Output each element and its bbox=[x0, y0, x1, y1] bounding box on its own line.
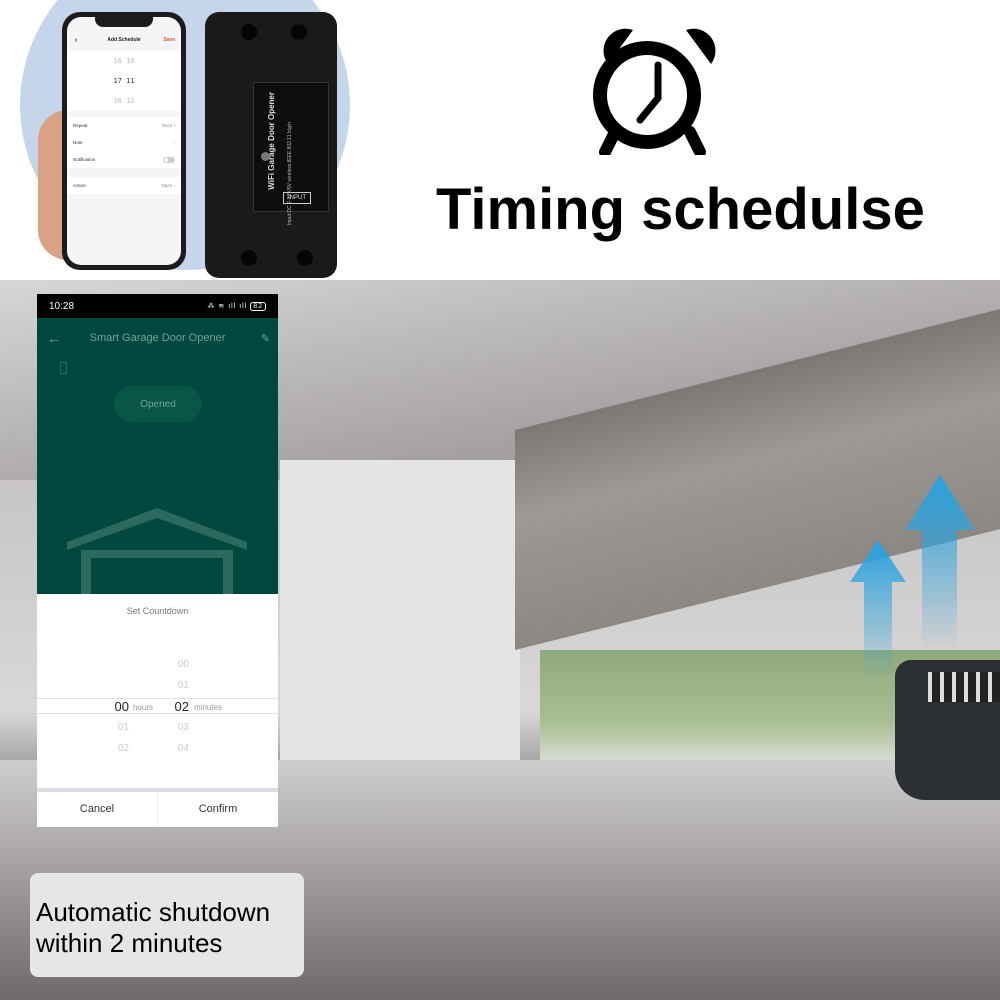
caption-box: Automatic shutdown within 2 minutes bbox=[30, 873, 304, 977]
app-screen: 10:28 ⁂ ≋ ıll ıll 82 ← Smart Garage Door… bbox=[37, 294, 278, 827]
time-row-selected: 17 11 bbox=[113, 77, 135, 85]
signal-wifi-icons: ⁂ ≋ ıll ıll bbox=[207, 303, 248, 310]
time-row: 18 12 bbox=[113, 97, 135, 105]
app-title: Smart Garage Door Opener bbox=[89, 332, 226, 344]
repeat-value: Once › bbox=[161, 123, 175, 128]
note-label: Note bbox=[73, 140, 83, 145]
cancel-button[interactable]: Cancel bbox=[37, 792, 158, 827]
screw-hole bbox=[297, 250, 313, 266]
screw-hole bbox=[241, 250, 257, 266]
device-label: WiFi Garage Door Opener bbox=[267, 92, 276, 190]
minutes-unit: minutes bbox=[194, 703, 223, 712]
hour-option bbox=[69, 675, 129, 696]
schedule-title: Add Schedule bbox=[107, 37, 141, 43]
minutes-column[interactable]: 00 01 02 03 04 bbox=[129, 654, 189, 759]
battery-icon: 82 bbox=[250, 302, 266, 311]
wifi-garage-opener-device: WiFi Garage Door Opener Input:DC 7-32V/5… bbox=[205, 12, 337, 278]
up-arrow-icon bbox=[850, 540, 906, 680]
app-header: ← Smart Garage Door Opener ✎ bbox=[37, 328, 278, 348]
hour-option: 02 bbox=[117, 743, 129, 754]
note-value: › bbox=[173, 140, 176, 145]
device-spec: Input:DC 7-32V/5V wireless:IEEE 802.11 b… bbox=[287, 122, 293, 226]
alarm-clock-icon bbox=[593, 28, 716, 155]
led-indicator bbox=[261, 152, 270, 161]
schedule-header: ‹ Add Schedule Save bbox=[67, 33, 181, 47]
car-grille bbox=[928, 672, 1000, 702]
minute-option: 00 bbox=[177, 659, 189, 670]
action-row[interactable]: Action Open › bbox=[67, 177, 181, 194]
up-arrow-icon bbox=[905, 475, 975, 650]
action-value: Open › bbox=[161, 183, 175, 188]
minute-option: 01 bbox=[177, 680, 189, 691]
minute-option: 03 bbox=[177, 722, 189, 733]
minute-selected: 02 bbox=[174, 699, 189, 714]
door-state-badge[interactable]: Opened bbox=[114, 386, 202, 422]
status-time: 10:28 bbox=[49, 300, 75, 312]
status-bar: 10:28 ⁂ ≋ ıll ıll 82 bbox=[37, 294, 278, 318]
product-phone: ‹ Add Schedule Save 16 10 17 11 18 12 Re… bbox=[62, 12, 186, 270]
notification-label: Notification bbox=[73, 157, 96, 162]
notification-toggle[interactable] bbox=[163, 156, 175, 163]
notification-row: Notification bbox=[67, 151, 181, 168]
screw-hole bbox=[291, 24, 307, 40]
time-picker[interactable]: 16 10 17 11 18 12 bbox=[67, 51, 181, 111]
caption-line-1: Automatic shutdown bbox=[36, 897, 271, 927]
action-label: Action bbox=[73, 183, 86, 188]
confirm-button[interactable]: Confirm bbox=[158, 792, 278, 827]
hour-option: 01 bbox=[117, 722, 129, 733]
repeat-row[interactable]: Repeat Once › bbox=[67, 117, 181, 134]
top-banner: ‹ Add Schedule Save 16 10 17 11 18 12 Re… bbox=[0, 0, 1000, 280]
device-panel: ← Smart Garage Door Opener ✎ Opened bbox=[37, 318, 278, 598]
minute-option: 04 bbox=[177, 743, 189, 754]
note-row[interactable]: Note › bbox=[67, 134, 181, 151]
back-arrow-icon[interactable]: ← bbox=[47, 330, 61, 346]
caption-line-2: within 2 minutes bbox=[36, 928, 223, 958]
garage-icon bbox=[67, 508, 247, 598]
phone-notch bbox=[95, 17, 153, 27]
screw-hole bbox=[241, 24, 257, 40]
countdown-picker[interactable]: 00 01 02 hours 00 01 02 03 04 minutes bbox=[37, 654, 278, 766]
headline: Timing schedulse bbox=[436, 177, 925, 242]
input-port-label: INPUT bbox=[283, 192, 311, 204]
edit-icon[interactable]: ✎ bbox=[261, 332, 270, 345]
status-icons: ⁂ ≋ ıll ıll 82 bbox=[207, 302, 266, 311]
save-button[interactable]: Save bbox=[163, 37, 175, 43]
back-icon[interactable]: ‹ bbox=[75, 37, 77, 44]
time-row: 16 10 bbox=[113, 57, 135, 65]
sheet-title: Set Countdown bbox=[126, 606, 189, 616]
battery-status-icon bbox=[60, 362, 67, 374]
hour-selected: 00 bbox=[114, 699, 129, 714]
repeat-label: Repeat bbox=[73, 123, 88, 128]
side-wall bbox=[280, 460, 520, 760]
hours-column[interactable]: 00 01 02 bbox=[69, 654, 129, 759]
countdown-sheet: Set Countdown 00 01 02 hours 00 01 02 03… bbox=[37, 594, 278, 827]
hour-option bbox=[69, 654, 129, 675]
